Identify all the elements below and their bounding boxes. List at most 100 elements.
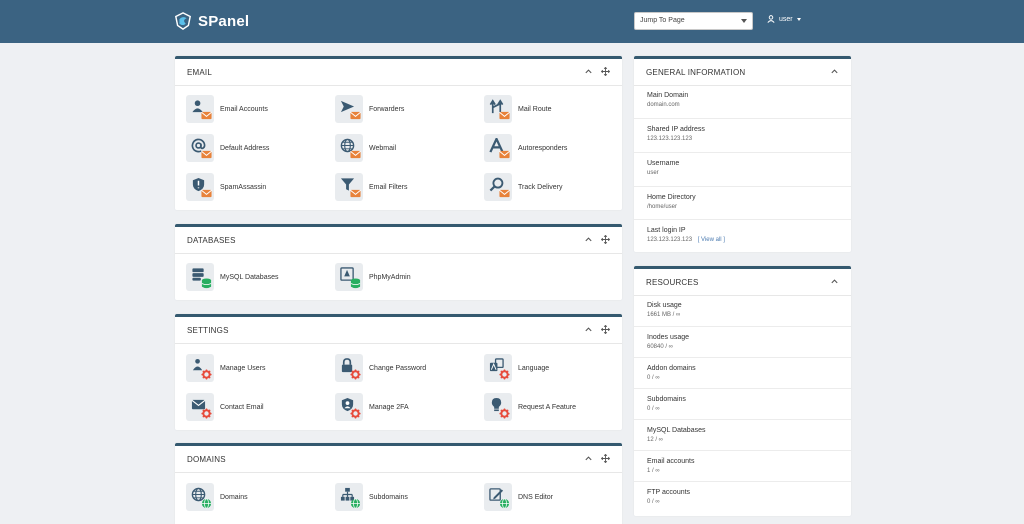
tile-request-a-feature[interactable]: Request A Feature	[484, 392, 576, 422]
tile-label: Track Delivery	[518, 183, 563, 191]
panel-controls	[830, 67, 839, 76]
info-label: Email accounts	[647, 458, 695, 465]
email-panel: EMAIL Email Accounts Forwarders Mail Rou…	[175, 56, 622, 210]
view-all-link[interactable]: [ View all ]	[698, 237, 725, 243]
tile-track-delivery[interactable]: Track Delivery	[484, 172, 562, 202]
db-stack-badge-icon	[350, 278, 361, 289]
tile-mail-route[interactable]: Mail Route	[484, 94, 551, 124]
databases-panel: DATABASES MySQL Databases PhpMyAdmin	[175, 224, 622, 300]
tile-spamassassin[interactable]: SpamAssassin	[186, 172, 266, 202]
gear-badge-icon	[499, 408, 510, 419]
tile-mysql-databases[interactable]: MySQL Databases	[186, 262, 279, 292]
info-label: Main Domain	[647, 92, 689, 99]
info-value: domain.com	[647, 102, 680, 108]
tile-label: Email Filters	[369, 183, 408, 191]
caret-down-icon	[796, 17, 801, 21]
info-value: 1 / ∞	[647, 468, 660, 474]
user-name: user	[779, 15, 793, 23]
info-home-directory: Home Directory /home/user	[634, 187, 851, 220]
db-stack-badge-icon	[201, 278, 212, 289]
tile-phpmyadmin[interactable]: PhpMyAdmin	[335, 262, 411, 292]
panel-title: DOMAINS	[187, 454, 226, 464]
app-name: SPanel	[198, 12, 250, 30]
globe-badge-icon	[201, 498, 212, 509]
tile-manage-users[interactable]: Manage Users	[186, 353, 266, 383]
resource-inodes-usage: Inodes usage 60840 / ∞	[634, 327, 851, 358]
tile-webmail[interactable]: Webmail	[335, 133, 396, 163]
info-value: 1661 MB / ∞	[647, 312, 681, 318]
collapse-icon[interactable]	[584, 325, 593, 334]
envelope-badge-icon	[201, 189, 212, 198]
globe-badge-icon	[350, 498, 361, 509]
envelope-badge-icon	[499, 189, 510, 198]
user-menu[interactable]: user	[767, 15, 801, 23]
general-information-panel: GENERAL INFORMATION Main Domain domain.c…	[634, 56, 851, 252]
tile-dns-editor[interactable]: DNS Editor	[484, 482, 553, 512]
tile-forwarders[interactable]: Forwarders	[335, 94, 404, 124]
info-main-domain: Main Domain domain.com	[634, 86, 851, 119]
envelope-badge-icon	[499, 111, 510, 120]
info-label: Disk usage	[647, 302, 682, 309]
tile-domains[interactable]: Domains	[186, 482, 248, 512]
info-shared-ip: Shared IP address 123.123.123.123	[634, 119, 851, 153]
tile-label: MySQL Databases	[220, 273, 279, 281]
collapse-icon[interactable]	[830, 277, 839, 286]
gear-badge-icon	[201, 369, 212, 380]
collapse-icon[interactable]	[584, 67, 593, 76]
globe-badge-icon	[499, 498, 510, 509]
info-value: 60840 / ∞	[647, 344, 673, 350]
collapse-icon[interactable]	[584, 235, 593, 244]
resource-subdomains: Subdomains 0 / ∞	[634, 389, 851, 420]
spanel-logo[interactable]: SPanel	[174, 10, 249, 32]
tile-label: Email Accounts	[220, 105, 268, 113]
tile-label: Autoresponders	[518, 144, 568, 152]
tile-contact-email[interactable]: Contact Email	[186, 392, 264, 422]
tile-label: Request A Feature	[518, 403, 576, 411]
envelope-badge-icon	[350, 150, 361, 159]
panel-controls	[830, 277, 839, 286]
jump-to-page-select[interactable]: Jump To Page	[634, 12, 753, 30]
email-panel-header: EMAIL	[175, 59, 622, 86]
domains-panel-header: DOMAINS	[175, 446, 622, 473]
envelope-badge-icon	[350, 189, 361, 198]
tile-subdomains[interactable]: Subdomains	[335, 482, 408, 512]
info-value: 123.123.123.123	[647, 237, 693, 243]
info-value: 12 / ∞	[647, 437, 663, 443]
tile-autoresponders[interactable]: Autoresponders	[484, 133, 567, 163]
info-label: Username	[647, 160, 680, 167]
panel-controls	[584, 67, 610, 76]
spanel-logo-icon	[174, 12, 192, 30]
tile-label: Manage 2FA	[369, 403, 409, 411]
tile-label: DNS Editor	[518, 493, 554, 501]
settings-panel: SETTINGS Manage Users Change Password La…	[175, 314, 622, 430]
move-icon[interactable]	[601, 454, 610, 463]
settings-panel-header: SETTINGS	[175, 317, 622, 344]
info-username: Username user	[634, 153, 851, 187]
tile-label: Domains	[220, 493, 248, 501]
chevron-down-icon	[741, 19, 747, 23]
tile-language[interactable]: Language	[484, 353, 549, 383]
tile-email-filters[interactable]: Email Filters	[335, 172, 408, 202]
info-label: Shared IP address	[647, 126, 705, 133]
info-value: 123.123.123.123	[647, 136, 693, 142]
move-icon[interactable]	[601, 67, 610, 76]
info-label: Subdomains	[647, 396, 686, 403]
databases-panel-header: DATABASES	[175, 227, 622, 254]
resource-mysql-databases: MySQL Databases 12 / ∞	[634, 420, 851, 451]
tile-default-address[interactable]: Default Address	[186, 133, 269, 163]
collapse-icon[interactable]	[830, 67, 839, 76]
panel-title: SETTINGS	[187, 325, 229, 335]
resources-header: RESOURCES	[634, 269, 851, 296]
tile-label: Webmail	[369, 144, 397, 152]
info-label: Addon domains	[647, 365, 696, 372]
tile-label: Language	[518, 364, 550, 372]
info-value: user	[647, 170, 659, 176]
tile-change-password[interactable]: Change Password	[335, 353, 426, 383]
move-icon[interactable]	[601, 325, 610, 334]
tile-manage-2fa[interactable]: Manage 2FA	[335, 392, 409, 422]
move-icon[interactable]	[601, 235, 610, 244]
collapse-icon[interactable]	[584, 454, 593, 463]
tile-email-accounts[interactable]: Email Accounts	[186, 94, 268, 124]
envelope-badge-icon	[499, 150, 510, 159]
info-value: 0 / ∞	[647, 406, 660, 412]
